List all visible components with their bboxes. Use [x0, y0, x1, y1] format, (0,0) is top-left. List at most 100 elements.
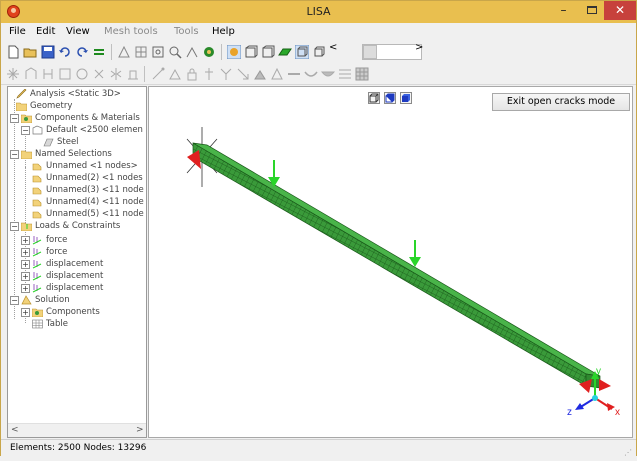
minus-icon[interactable]	[287, 67, 301, 81]
toolbar-scroll-left[interactable]: <	[329, 42, 337, 53]
beam-top-face	[192, 142, 601, 377]
displacement-icon	[32, 260, 42, 269]
arc-icon[interactable]	[304, 67, 318, 81]
star-icon[interactable]	[6, 67, 20, 81]
tree-connector	[25, 167, 26, 223]
surface-icon[interactable]	[278, 45, 292, 59]
zoom-window-icon[interactable]	[151, 45, 165, 59]
expand-toggle[interactable]: −	[10, 296, 19, 305]
menu-help[interactable]: Help	[212, 26, 235, 37]
menu-tools[interactable]: Tools	[174, 26, 199, 37]
selection-icon	[32, 211, 42, 219]
model-canvas: y x z	[186, 127, 620, 418]
toolbar-scrollbar-thumb[interactable]	[363, 45, 377, 59]
right-constraint-marker	[599, 379, 611, 391]
toolbar-separator	[111, 44, 112, 60]
expand-toggle[interactable]: −	[21, 126, 30, 135]
status-bar: Elements: 2500 Nodes: 13296 ⋰	[1, 439, 636, 457]
rotate-icon[interactable]	[185, 45, 199, 59]
zoom-icon[interactable]	[168, 45, 182, 59]
fill-arc-icon[interactable]	[321, 67, 335, 81]
view-wire-icon[interactable]	[261, 45, 275, 59]
folder-icon	[16, 102, 27, 111]
menu-bar: File Edit View Mesh tools Tools Help	[1, 23, 636, 41]
maximize-icon	[586, 6, 597, 14]
scroll-left-arrow[interactable]: <	[11, 425, 19, 435]
menu-file[interactable]: File	[9, 26, 26, 37]
expand-toggle[interactable]: −	[10, 222, 19, 231]
extrude-icon[interactable]	[126, 67, 140, 81]
pencil-icon	[16, 89, 27, 99]
open-folder-icon[interactable]	[23, 45, 37, 59]
select-elements-icon[interactable]	[227, 45, 241, 59]
triangle-a-icon[interactable]	[270, 67, 284, 81]
maximize-button[interactable]	[578, 1, 605, 20]
force-icon	[32, 248, 42, 257]
expand-toggle[interactable]: +	[21, 248, 30, 257]
menu-view[interactable]: View	[66, 26, 90, 37]
toolbar-separator	[221, 44, 222, 60]
arrow-icon[interactable]	[236, 67, 250, 81]
mirror-icon[interactable]	[109, 67, 123, 81]
expand-toggle[interactable]: +	[21, 260, 30, 269]
toolbar-separator	[144, 66, 145, 82]
expand-toggle[interactable]: −	[10, 150, 19, 159]
split-icon[interactable]	[24, 67, 38, 81]
view-box-icon[interactable]	[244, 45, 258, 59]
grid-icon[interactable]	[355, 67, 369, 81]
merge-icon[interactable]	[41, 67, 55, 81]
expand-toggle[interactable]: +	[21, 272, 30, 281]
minimize-button[interactable]: –	[550, 1, 577, 20]
new-file-icon[interactable]	[6, 45, 20, 59]
components-folder-icon	[32, 308, 43, 317]
expand-toggle[interactable]: +	[21, 308, 30, 317]
delete-icon[interactable]	[92, 67, 106, 81]
lines-icon[interactable]	[338, 67, 352, 81]
main-toolbar: < >	[1, 41, 636, 63]
menu-edit[interactable]: Edit	[36, 26, 55, 37]
equals-icon[interactable]	[92, 45, 106, 59]
selection-icon	[32, 175, 42, 183]
title-bar: LISA – ✕	[1, 1, 636, 23]
expand-toggle[interactable]: +	[21, 284, 30, 293]
redo-icon[interactable]	[75, 45, 89, 59]
square-icon[interactable]	[58, 67, 72, 81]
close-button[interactable]: ✕	[604, 1, 636, 20]
window-title: LISA	[306, 5, 331, 18]
node-icon[interactable]	[151, 67, 165, 81]
expand-toggle[interactable]: +	[21, 236, 30, 245]
pin-icon[interactable]	[202, 67, 216, 81]
selections-folder-icon	[21, 150, 32, 159]
scroll-right-arrow[interactable]: >	[136, 425, 144, 435]
material-icon	[43, 138, 54, 147]
paint-icon[interactable]	[253, 67, 267, 81]
menu-mesh-tools[interactable]: Mesh tools	[104, 26, 158, 37]
element-icon[interactable]	[168, 67, 182, 81]
mesh-tool-icon[interactable]	[117, 45, 131, 59]
model-tree: Analysis <Static 3D> Geometry − Componen…	[7, 86, 147, 438]
resize-grip-icon[interactable]: ⋰	[624, 445, 632, 461]
tree-horizontal-scrollbar[interactable]: < >	[8, 423, 146, 437]
selection-icon	[32, 163, 42, 171]
axis-z-label: z	[567, 407, 572, 418]
toolbar-scroll-right[interactable]: >	[415, 42, 423, 53]
save-icon[interactable]	[41, 45, 55, 59]
view-front-icon[interactable]	[295, 45, 309, 59]
selection-icon	[32, 187, 42, 195]
model-viewport[interactable]: Exit open cracks mode y x z	[148, 86, 633, 438]
loads-folder-icon	[21, 222, 32, 231]
fork-icon[interactable]	[219, 67, 233, 81]
solve-icon[interactable]	[202, 45, 216, 59]
beam-front-face	[192, 142, 587, 387]
mesh-refine-icon[interactable]	[134, 45, 148, 59]
expand-toggle[interactable]: −	[10, 114, 19, 123]
app-window: LISA – ✕ File Edit View Mesh tools Tools…	[0, 0, 637, 457]
solution-icon	[21, 295, 32, 305]
undo-icon[interactable]	[58, 45, 72, 59]
table-icon	[32, 319, 43, 329]
force-arrow-2	[409, 240, 421, 267]
selection-icon	[32, 199, 42, 207]
view-iso-icon[interactable]	[312, 45, 326, 59]
cube-icon[interactable]	[75, 67, 89, 81]
lock-icon[interactable]	[185, 67, 199, 81]
